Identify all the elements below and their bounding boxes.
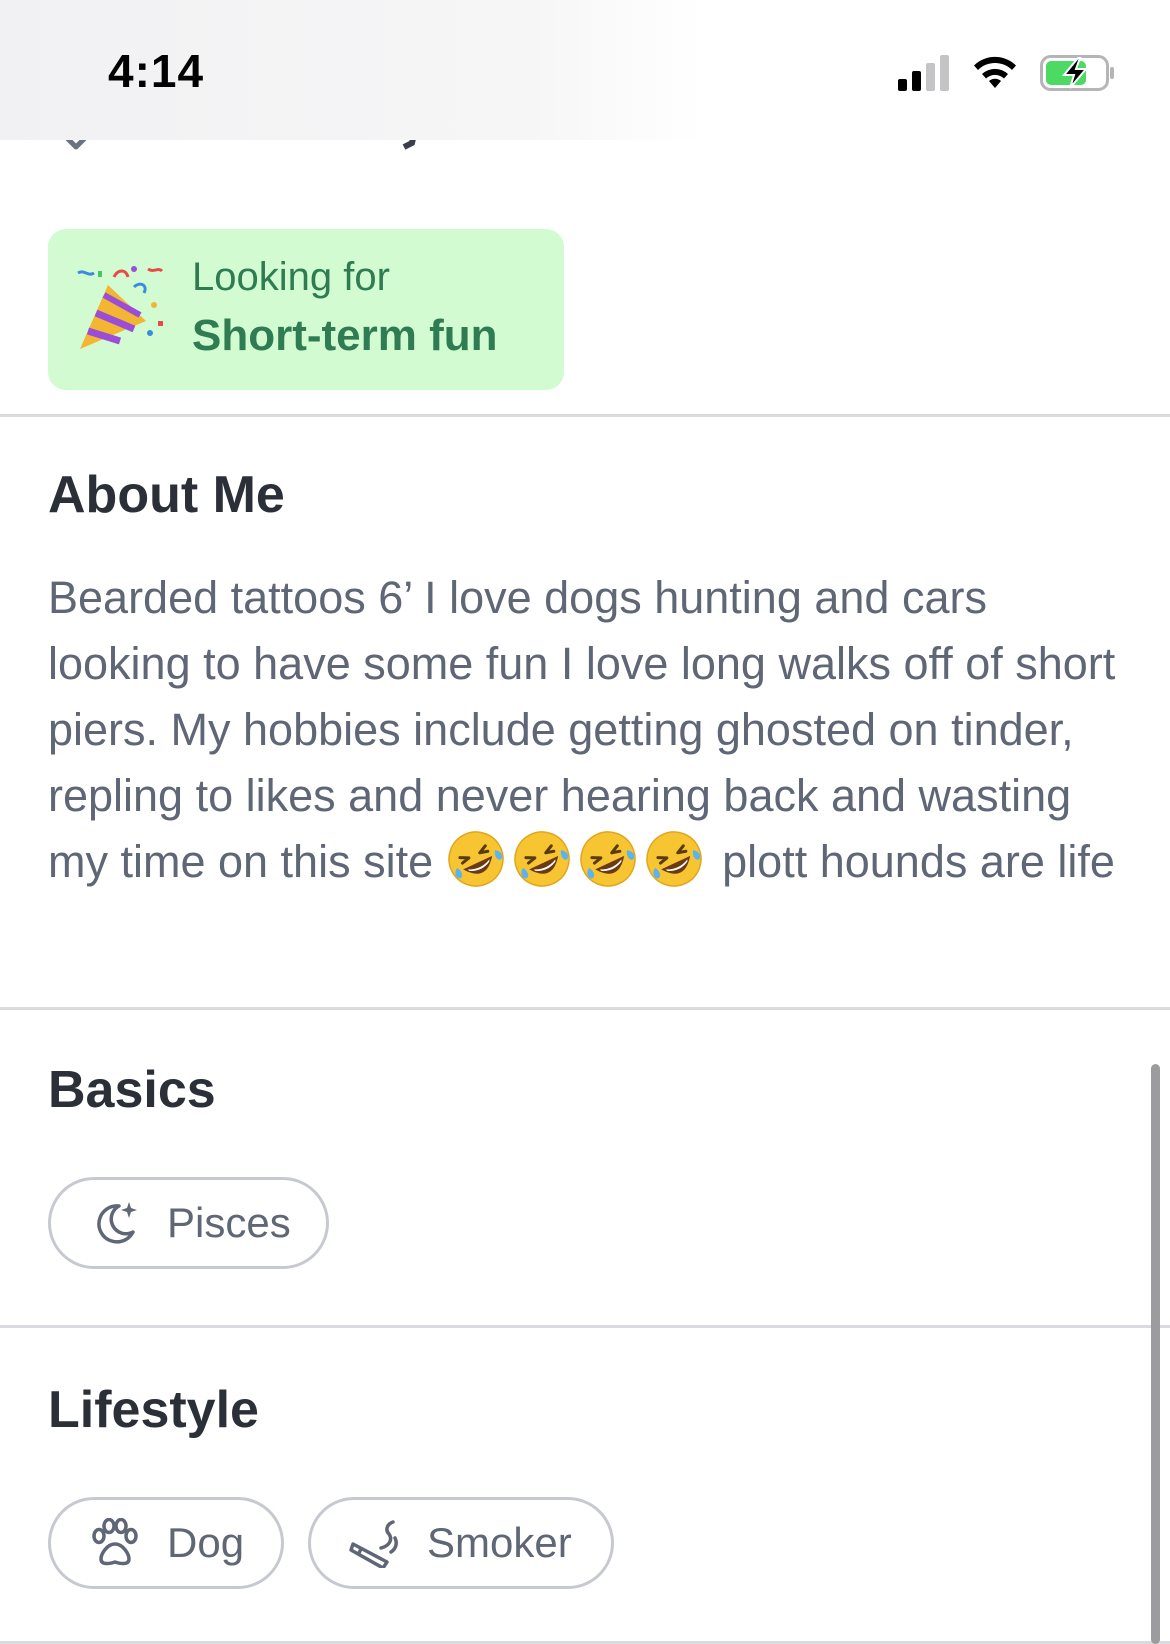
paw-icon — [89, 1518, 139, 1568]
chip-smoker[interactable]: Smoker — [308, 1497, 614, 1589]
chip-dog[interactable]: Dog — [48, 1497, 284, 1589]
scrollbar[interactable] — [1151, 1064, 1160, 1644]
looking-for-card: Looking for Short-term fun — [48, 229, 564, 390]
about-me-text: Bearded tattoos 6’ I love dogs hunting a… — [48, 565, 1128, 895]
chip-pisces[interactable]: Pisces — [48, 1177, 329, 1269]
chip-label: Smoker — [427, 1519, 572, 1566]
basics-title: Basics — [48, 1061, 216, 1119]
cellular-signal-icon — [898, 55, 950, 96]
cigarette-icon — [349, 1518, 399, 1568]
status-icons — [898, 54, 1116, 97]
divider — [0, 1325, 1170, 1328]
moon-stars-icon — [89, 1198, 139, 1248]
chip-label: Pisces — [167, 1199, 291, 1246]
status-bar: 4:14 — [0, 0, 1170, 140]
lifestyle-title: Lifestyle — [48, 1381, 259, 1439]
about-me-body-end: plott hounds are life — [722, 836, 1115, 887]
rofl-emoji-icon — [578, 829, 638, 889]
rofl-emoji-icon — [644, 829, 704, 889]
battery-charging-icon — [1040, 55, 1116, 96]
divider — [0, 414, 1170, 417]
status-time: 4:14 — [108, 45, 205, 97]
divider — [0, 1007, 1170, 1010]
looking-for-value: Short-term fun — [192, 311, 498, 360]
party-popper-icon — [74, 263, 166, 355]
rofl-emoji-icon — [446, 829, 506, 889]
rofl-emoji-icon — [512, 829, 572, 889]
emoji-row — [446, 831, 710, 887]
about-me-title: About Me — [48, 466, 285, 524]
wifi-icon — [970, 54, 1020, 97]
chip-label: Dog — [167, 1519, 245, 1566]
looking-for-label: Looking for — [192, 255, 390, 299]
